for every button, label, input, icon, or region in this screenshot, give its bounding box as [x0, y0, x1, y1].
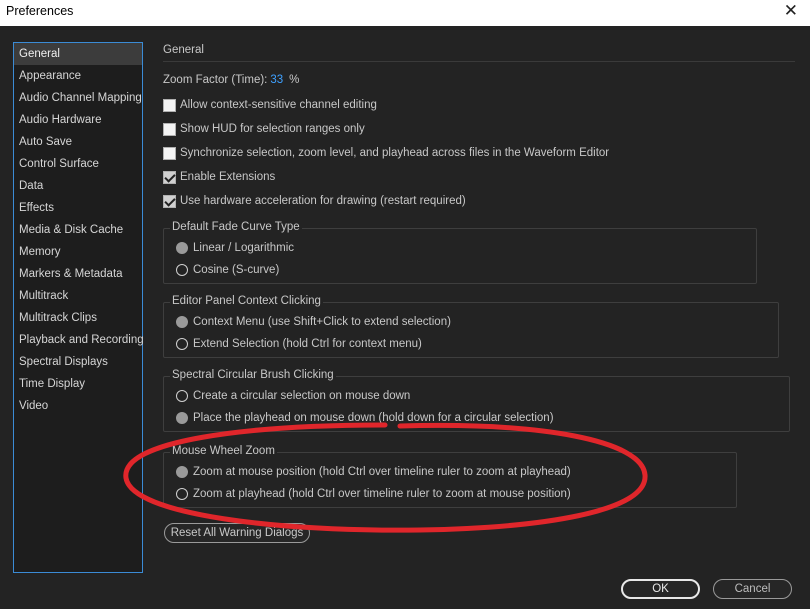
radio-cosine[interactable]: Cosine (S-curve) [176, 262, 279, 278]
radio-label: Zoom at playhead (hold Ctrl over timelin… [193, 488, 571, 500]
radio-circular-selection[interactable]: Create a circular selection on mouse dow… [176, 388, 410, 404]
checkbox-label: Show HUD for selection ranges only [180, 123, 365, 135]
checkbox-box-checked[interactable] [163, 194, 176, 208]
sidebar-item-video[interactable]: Video [14, 395, 142, 417]
sidebar-item-multitrack[interactable]: Multitrack [14, 285, 142, 307]
sidebar-item-markers-metadata[interactable]: Markers & Metadata [14, 263, 142, 285]
checkbox-enable-extensions[interactable]: Enable Extensions [163, 169, 275, 185]
checkbox-box[interactable] [163, 122, 176, 136]
sidebar-item-audio-channel-mapping[interactable]: Audio Channel Mapping [14, 87, 142, 109]
checkbox-context-sensitive-editing[interactable]: Allow context-sensitive channel editing [163, 97, 377, 113]
radio-zoom-playhead[interactable]: Zoom at playhead (hold Ctrl over timelin… [176, 486, 571, 502]
radio-button-selected[interactable] [176, 412, 188, 424]
radio-button[interactable] [176, 338, 188, 350]
radio-zoom-mouse-position[interactable]: Zoom at mouse position (hold Ctrl over t… [176, 464, 571, 480]
radio-button-selected[interactable] [176, 242, 188, 254]
radio-context-menu[interactable]: Context Menu (use Shift+Click to extend … [176, 314, 451, 330]
sidebar-item-playback-recording[interactable]: Playback and Recording [14, 329, 144, 351]
preferences-category-list[interactable]: General Appearance Audio Channel Mapping… [13, 42, 144, 573]
zoom-factor-value[interactable]: 33 [270, 74, 283, 86]
sidebar-item-appearance[interactable]: Appearance [14, 65, 142, 87]
mouse-wheel-group-label: Mouse Wheel Zoom [170, 445, 277, 457]
checkbox-label: Synchronize selection, zoom level, and p… [180, 147, 610, 159]
sidebar-item-time-display[interactable]: Time Display [14, 373, 142, 395]
radio-extend-selection[interactable]: Extend Selection (hold Ctrl for context … [176, 336, 422, 352]
radio-button[interactable] [176, 264, 188, 276]
radio-button-selected[interactable] [176, 316, 188, 328]
sidebar-item-effects[interactable]: Effects [14, 197, 142, 219]
checkbox-label: Use hardware acceleration for drawing (r… [180, 195, 466, 207]
radio-label: Cosine (S-curve) [193, 264, 280, 276]
close-icon[interactable]: ✕ [784, 1, 798, 21]
cancel-button[interactable]: Cancel [713, 579, 792, 599]
zoom-factor-label: Zoom Factor (Time): [163, 74, 268, 86]
ok-button[interactable]: OK [621, 579, 700, 599]
section-title: General [163, 44, 204, 56]
radio-label: Place the playhead on mouse down (hold d… [193, 412, 554, 424]
sidebar-item-spectral-displays[interactable]: Spectral Displays [14, 351, 142, 373]
radio-label: Context Menu (use Shift+Click to extend … [193, 316, 451, 328]
sidebar-item-media-disk-cache[interactable]: Media & Disk Cache [14, 219, 142, 241]
zoom-factor-unit: % [289, 74, 300, 86]
sidebar-item-memory[interactable]: Memory [14, 241, 142, 263]
spectral-brush-group-label: Spectral Circular Brush Clicking [170, 369, 336, 381]
radio-button[interactable] [176, 390, 188, 402]
checkbox-box[interactable] [163, 98, 176, 112]
sidebar-item-auto-save[interactable]: Auto Save [14, 131, 142, 153]
checkbox-hardware-acceleration[interactable]: Use hardware acceleration for drawing (r… [163, 193, 466, 209]
fade-curve-group-label: Default Fade Curve Type [170, 221, 302, 233]
radio-label: Create a circular selection on mouse dow… [193, 390, 411, 402]
radio-button-selected[interactable] [176, 466, 188, 478]
sidebar-item-general[interactable]: General [14, 43, 142, 65]
radio-label: Linear / Logarithmic [193, 242, 294, 254]
checkbox-show-hud[interactable]: Show HUD for selection ranges only [163, 121, 365, 137]
title-bar: Preferences ✕ [0, 0, 810, 26]
checkbox-box[interactable] [163, 146, 176, 160]
radio-label: Zoom at mouse position (hold Ctrl over t… [193, 466, 571, 478]
radio-label: Extend Selection (hold Ctrl for context … [193, 338, 422, 350]
sidebar-item-multitrack-clips[interactable]: Multitrack Clips [14, 307, 142, 329]
editor-click-group-label: Editor Panel Context Clicking [170, 295, 323, 307]
checkbox-synchronize-selection[interactable]: Synchronize selection, zoom level, and p… [163, 145, 609, 161]
zoom-factor-row: Zoom Factor (Time): 33% [163, 74, 299, 86]
window-title: Preferences [6, 4, 74, 18]
checkbox-box-checked[interactable] [163, 170, 176, 184]
radio-place-playhead[interactable]: Place the playhead on mouse down (hold d… [176, 410, 554, 426]
checkbox-label: Enable Extensions [180, 171, 276, 183]
radio-linear-logarithmic[interactable]: Linear / Logarithmic [176, 240, 294, 256]
radio-button[interactable] [176, 488, 188, 500]
checkbox-label: Allow context-sensitive channel editing [180, 99, 377, 111]
sidebar-item-control-surface[interactable]: Control Surface [14, 153, 142, 175]
sidebar-item-audio-hardware[interactable]: Audio Hardware [14, 109, 142, 131]
sidebar-item-data[interactable]: Data [14, 175, 142, 197]
reset-warning-dialogs-button[interactable]: Reset All Warning Dialogs [164, 523, 310, 543]
section-divider [163, 61, 795, 62]
